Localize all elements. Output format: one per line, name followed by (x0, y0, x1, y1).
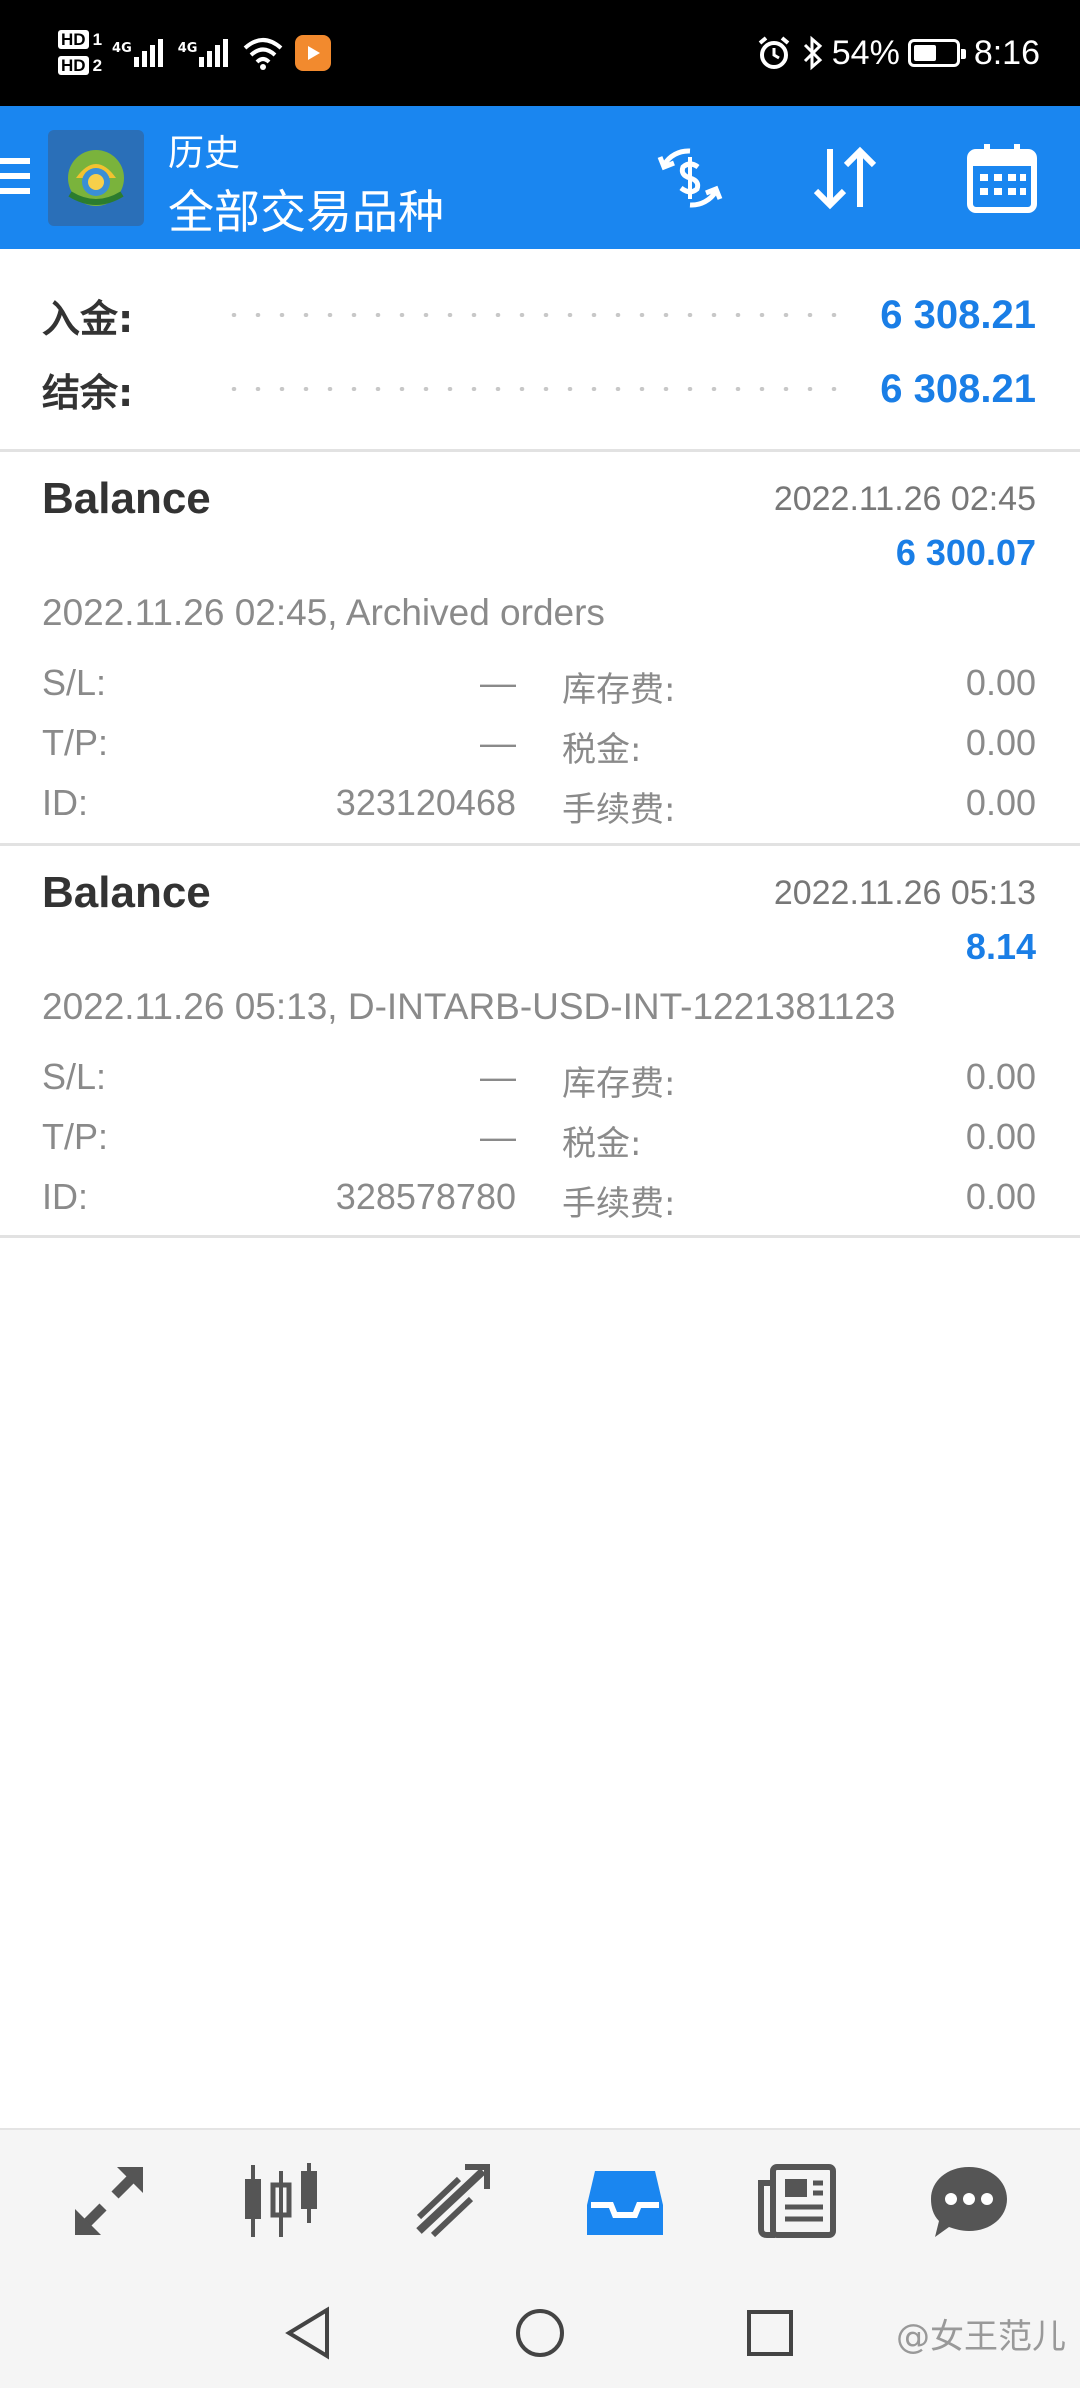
sl-value: — (480, 1056, 516, 1097)
battery-percent: 54% (831, 33, 900, 72)
deposit-row: 入金: 6 308.21 (42, 285, 1036, 345)
deal-amount: 8.14 (965, 926, 1036, 967)
tax-value: 0.00 (965, 722, 1036, 763)
sl-label: S/L: (42, 1056, 107, 1097)
system-navigation-bar: @女王范儿 (0, 2273, 1080, 2388)
hd-badge-1: HD (58, 30, 89, 49)
history-icon[interactable] (580, 2156, 670, 2246)
news-icon[interactable] (752, 2156, 842, 2246)
trade-icon[interactable] (408, 2156, 498, 2246)
balance-label: 结余: (42, 370, 134, 415)
wifi-icon (244, 38, 283, 70)
sim-2-label: 2 (92, 56, 103, 75)
swap-value: 0.00 (965, 1056, 1036, 1097)
dotted-leader (222, 313, 855, 317)
deal-amount: 6 300.07 (895, 532, 1036, 573)
tp-value: — (480, 1116, 516, 1157)
sim-indicators: HD 1 HD 2 (58, 30, 103, 75)
deal-row-tp: T/P: — 税金: 0.00 (42, 722, 1036, 772)
swap-value: 0.00 (965, 662, 1036, 703)
swap-label: 库存费: (562, 1064, 676, 1104)
fee-value: 0.00 (965, 782, 1036, 823)
fee-label: 手续费: (562, 1184, 676, 1224)
dotted-leader (222, 387, 855, 391)
hd-badge-2: HD (58, 56, 89, 75)
app-header: 历史 全部交易品种 (0, 106, 1080, 249)
deal-time: 2022.11.26 05:13 (773, 874, 1036, 912)
fee-label: 手续费: (562, 790, 676, 830)
tp-label: T/P: (42, 722, 109, 763)
id-label: ID: (42, 782, 89, 823)
tax-label: 税金: (562, 730, 642, 770)
balance-row: 结余: 6 308.21 (42, 359, 1036, 419)
balance-value: 6 308.21 (880, 366, 1036, 411)
alarm-icon (758, 36, 790, 69)
swap-label: 库存费: (562, 670, 676, 710)
deposit-label: 入金: (42, 296, 134, 341)
deal-time: 2022.11.26 02:45 (773, 480, 1036, 518)
home-icon[interactable] (510, 2303, 570, 2363)
chat-icon[interactable] (924, 2156, 1014, 2246)
tax-label: 税金: (562, 1124, 642, 1164)
status-bar: HD 1 HD 2 4G 4G 54% 8:16 (0, 0, 1080, 106)
deal-item[interactable]: Balance 2022.11.26 05:13 8.14 2022.11.26… (0, 846, 1080, 1238)
deal-type: Balance (42, 868, 211, 917)
calendar-icon[interactable] (960, 136, 1044, 220)
tp-label: T/P: (42, 1116, 109, 1157)
id-value: 328578780 (335, 1176, 516, 1217)
recents-icon[interactable] (740, 2303, 800, 2363)
watermark: @女王范儿 (896, 2317, 1066, 2357)
deal-type: Balance (42, 474, 211, 523)
deal-row-sl: S/L: — 库存费: 0.00 (42, 662, 1036, 712)
deal-row-id: ID: 323120468 手续费: 0.00 (42, 782, 1036, 832)
chart-icon[interactable] (236, 2156, 326, 2246)
bottom-navigation (0, 2128, 1080, 2273)
deal-row-tp: T/P: — 税金: 0.00 (42, 1116, 1036, 1166)
deal-comment: 2022.11.26 05:13, D-INTARB-USD-INT-12213… (42, 986, 896, 1027)
menu-icon[interactable] (0, 158, 30, 198)
back-icon[interactable] (278, 2303, 338, 2363)
tp-value: — (480, 722, 516, 763)
history-summary: 入金: 6 308.21 结余: 6 308.21 (0, 249, 1080, 452)
battery-icon (907, 39, 966, 67)
header-title[interactable]: 全部交易品种 (168, 176, 444, 242)
id-label: ID: (42, 1176, 89, 1217)
deal-row-id: ID: 328578780 手续费: 0.00 (42, 1176, 1036, 1226)
header-subtitle: 历史 (168, 133, 241, 174)
quotes-icon[interactable] (64, 2156, 154, 2246)
deal-row-sl: S/L: — 库存费: 0.00 (42, 1056, 1036, 1106)
signal-2-icon: 4G (178, 39, 232, 67)
sl-label: S/L: (42, 662, 107, 703)
id-value: 323120468 (335, 782, 516, 823)
bluetooth-icon (803, 35, 822, 71)
deal-comment: 2022.11.26 02:45, Archived orders (42, 592, 605, 633)
signal-1-icon: 4G (112, 39, 166, 67)
fee-value: 0.00 (965, 1176, 1036, 1217)
signal-1-label: 4G (112, 41, 132, 56)
clock: 8:16 (973, 33, 1040, 72)
sl-value: — (480, 662, 516, 703)
signal-2-label: 4G (177, 41, 198, 56)
deal-item[interactable]: Balance 2022.11.26 02:45 6 300.07 2022.1… (0, 452, 1080, 846)
notification-app-icon (295, 35, 332, 71)
metatrader-logo (48, 130, 144, 226)
sim-1-label: 1 (92, 30, 103, 49)
sort-icon[interactable] (802, 136, 886, 220)
tax-value: 0.00 (965, 1116, 1036, 1157)
deposit-value: 6 308.21 (880, 292, 1036, 337)
deposit-filter-icon[interactable] (648, 136, 732, 220)
